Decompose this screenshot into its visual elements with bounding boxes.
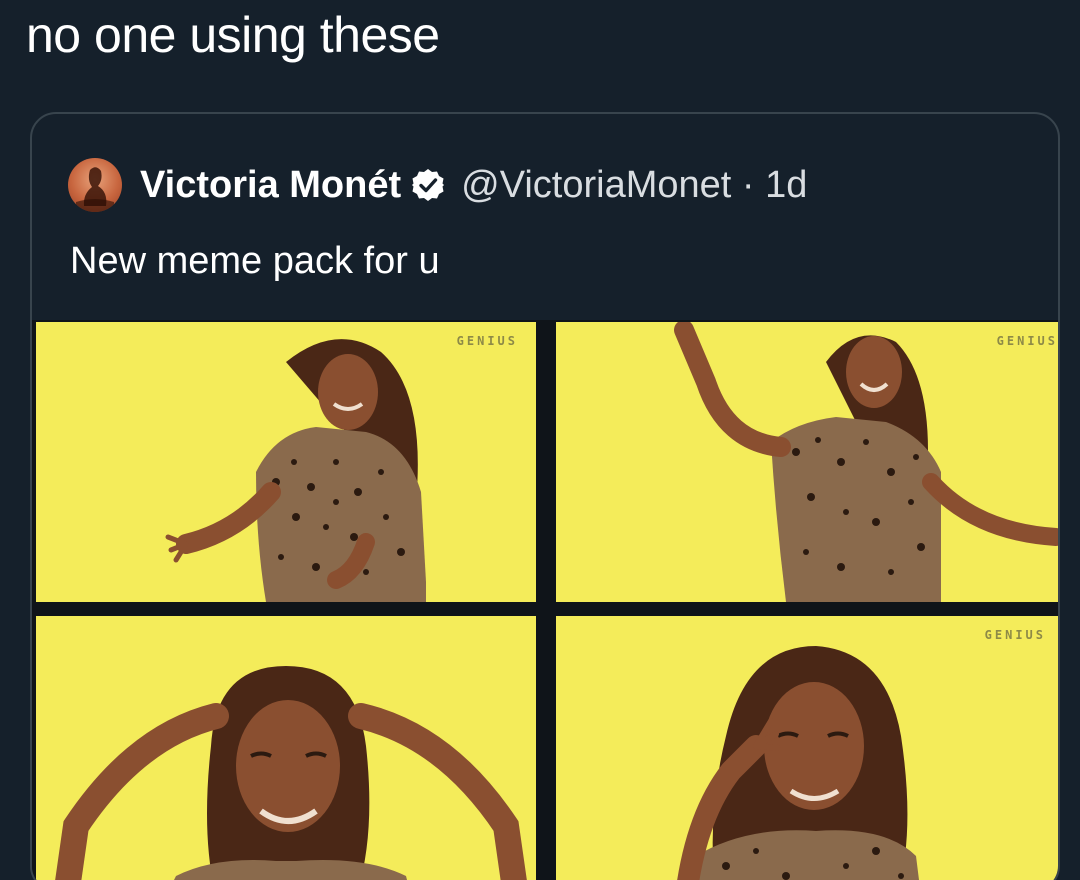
verified-badge-icon <box>412 169 445 201</box>
tweet-text: no one using these <box>26 7 440 63</box>
media-image-3[interactable] <box>36 616 536 880</box>
genius-watermark: GENIUS <box>456 334 518 348</box>
media-image-4[interactable]: GENIUS <box>556 616 1058 880</box>
handle-and-timestamp[interactable]: @VictoriaMonet · 1d <box>461 164 807 207</box>
genius-watermark: GENIUS <box>996 334 1058 348</box>
media-image-1[interactable]: GENIUS <box>36 322 536 602</box>
person-figure <box>55 666 527 880</box>
display-name[interactable]: Victoria Monét <box>140 164 401 207</box>
person-figure <box>677 646 919 880</box>
genius-watermark: GENIUS <box>984 628 1046 642</box>
media-image-2[interactable]: GENIUS <box>556 322 1058 602</box>
person-figure <box>674 322 1058 602</box>
quoted-tweet-header: Victoria Monét @VictoriaMonet · 1d <box>68 158 807 212</box>
quoted-tweet-card[interactable]: Victoria Monét @VictoriaMonet · 1d New m… <box>30 112 1060 880</box>
media-grid: GENIUS GENIUS GENIUS <box>32 320 1058 880</box>
profile-avatar[interactable] <box>68 158 122 212</box>
person-figure <box>165 339 426 602</box>
tweet-screenshot: no one using these Victoria Monét @Victo… <box>0 0 1080 880</box>
quoted-tweet-text: New meme pack for u <box>70 240 440 282</box>
